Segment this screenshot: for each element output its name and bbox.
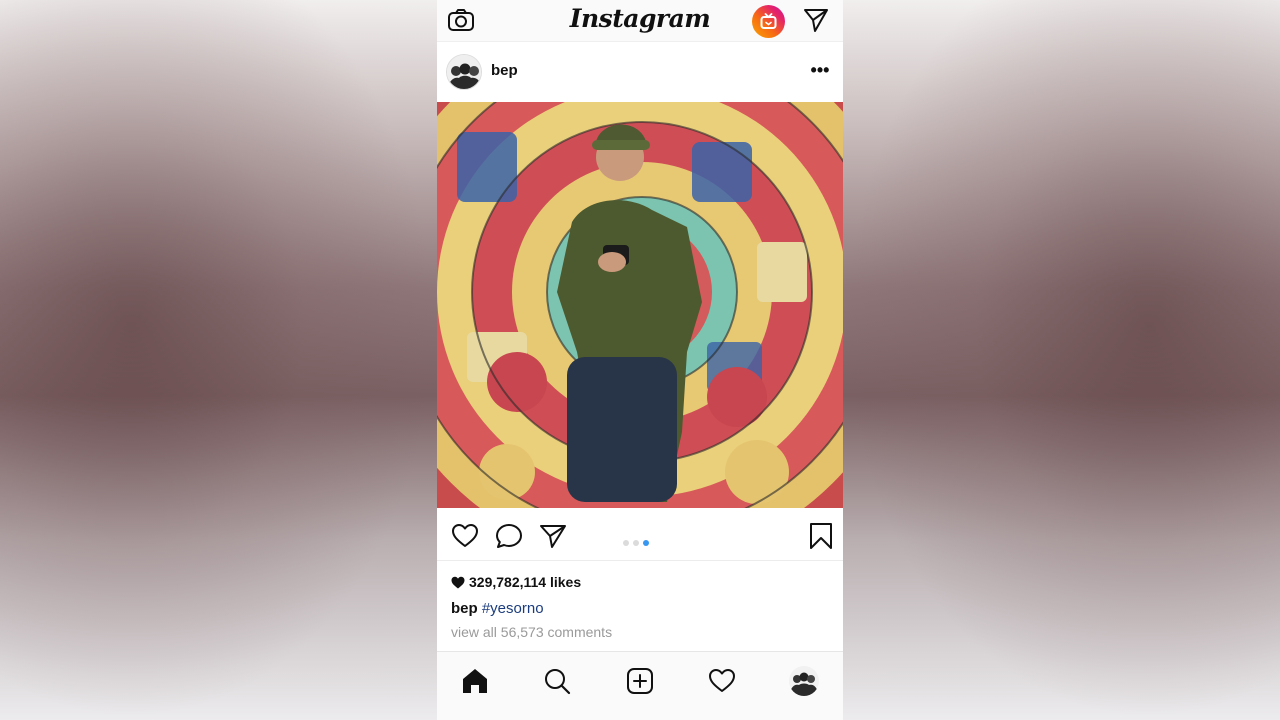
activity-heart-icon[interactable] [707,666,737,696]
search-icon[interactable] [542,666,572,696]
like-heart-icon[interactable] [451,522,479,550]
post-header: bep ••• [437,42,843,102]
background-blur-right [843,0,1280,720]
likes-text: 329,782,114 likes [469,574,582,590]
carousel-dot [623,540,629,546]
post-actions [437,508,843,561]
heart-filled-icon [451,576,465,588]
post-username[interactable]: bep [491,62,518,79]
avatar[interactable] [446,54,482,90]
caption-username[interactable]: bep [451,600,478,617]
background-blur-left [0,0,437,720]
phone-screen: Instagram bep ••• 329,782,114 likes bep … [437,0,843,720]
profile-avatar[interactable] [789,666,819,696]
add-post-icon[interactable] [625,666,655,696]
top-bar: Instagram [437,0,843,42]
igtv-icon[interactable] [752,5,785,38]
carousel-dot [633,540,639,546]
home-icon[interactable] [460,666,490,696]
comment-icon[interactable] [495,522,523,550]
post-photo[interactable] [437,102,843,508]
share-paper-plane-icon[interactable] [539,522,567,550]
carousel-dot-active [643,540,649,546]
likes-count[interactable]: 329,782,114 likes [451,574,581,590]
view-comments-link[interactable]: view all 56,573 comments [451,624,612,640]
carousel-indicator [623,533,653,546]
caption: bep #yesorno [451,600,544,617]
bookmark-icon[interactable] [807,522,835,550]
more-horizontal-icon[interactable]: ••• [810,60,830,80]
caption-hashtag[interactable]: #yesorno [482,600,544,617]
bottom-nav [437,651,843,720]
paper-plane-icon[interactable] [802,7,830,33]
post-meta: 329,782,114 likes bep #yesorno view all … [437,561,843,651]
